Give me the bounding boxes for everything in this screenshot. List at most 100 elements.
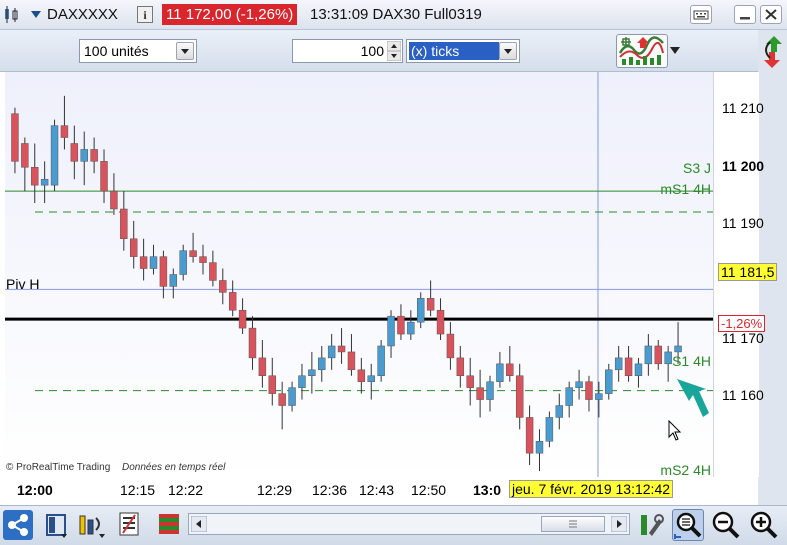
candle-down — [199, 256, 207, 263]
candle-up — [149, 256, 158, 269]
scroll-thumb-grip-icon — [569, 520, 577, 528]
menu-arrow-icon[interactable] — [670, 47, 680, 55]
candle-up — [367, 375, 375, 382]
candle-down — [426, 298, 435, 311]
candle-up — [674, 345, 682, 353]
indicator-chart-icon — [618, 36, 664, 65]
candle-up — [575, 381, 583, 388]
price-chart[interactable] — [5, 72, 713, 477]
share-button[interactable] — [3, 510, 33, 540]
drag-handle-icon[interactable] — [4, 6, 20, 24]
change-label: -1,26% — [718, 315, 766, 332]
drawing-tools-icon[interactable] — [77, 512, 107, 540]
candle-down — [515, 375, 524, 418]
list-icon[interactable] — [118, 511, 142, 539]
time-tick: 12:43 — [359, 482, 395, 498]
window-layout-icon[interactable] — [44, 512, 70, 540]
scroll-left-icon[interactable] — [191, 516, 207, 532]
candle-up — [298, 375, 306, 388]
candle-up — [417, 298, 425, 323]
candle-up — [555, 405, 564, 418]
chart-toolbar: 100 unités 100 (x) ticks — [0, 30, 787, 72]
candle-down — [11, 113, 19, 162]
bottom-toolbar — [0, 505, 787, 545]
candle-down — [159, 256, 168, 287]
dropdown-arrow-icon[interactable] — [31, 11, 41, 19]
price-tick: 11 170 — [722, 330, 764, 346]
window-symbol[interactable]: DAXXXXX — [47, 6, 118, 23]
settings-tools-icon[interactable] — [637, 511, 665, 541]
time-axis[interactable]: 12:00 12:15 12:22 12:29 12:36 12:43 12:5… — [5, 477, 713, 505]
price-tick: 11 190 — [722, 215, 764, 231]
chart-area[interactable]: S3 J mS1 4H Piv H S1 4H mS2 4H © ProReal… — [5, 72, 713, 478]
candle-up — [634, 363, 643, 376]
candle-down — [21, 143, 29, 168]
candle-down — [120, 208, 128, 240]
mouse-pointer-icon — [668, 420, 682, 441]
scroll-right-icon[interactable] — [611, 516, 627, 532]
level-label-s1-4h: S1 4H — [672, 353, 711, 369]
undock-icon[interactable] — [762, 34, 784, 70]
spinner-icon[interactable] — [387, 41, 401, 61]
share-icon — [8, 514, 28, 536]
price-tick: 11 210 — [722, 100, 764, 116]
candle-up — [387, 315, 395, 347]
indicator-chart-button[interactable] — [616, 34, 668, 68]
candle-down — [248, 327, 257, 359]
candle-down — [238, 309, 247, 329]
time-instrument: 13:31:09 DAX30 Full0319 — [310, 6, 482, 23]
candle-down — [70, 143, 79, 162]
close-icon[interactable] — [760, 5, 782, 24]
candle-up — [614, 357, 623, 371]
chevron-down-icon[interactable] — [499, 42, 517, 60]
candle-up — [486, 381, 494, 400]
candle-down — [129, 238, 138, 257]
grid-list-icon[interactable] — [156, 511, 182, 539]
level-label-piv-h: Piv H — [6, 276, 40, 292]
candle-up — [308, 369, 316, 377]
candle-down — [209, 262, 217, 281]
chevron-down-icon[interactable] — [176, 42, 194, 60]
time-tick-bold: 12:00 — [17, 482, 53, 498]
candle-down — [60, 125, 69, 138]
info-icon[interactable]: i — [137, 6, 153, 23]
ticks-mode-select[interactable]: (x) ticks — [406, 39, 520, 63]
candle-down — [506, 363, 514, 376]
time-tick: 12:22 — [168, 482, 204, 498]
candle-up — [179, 250, 187, 275]
price-tick: 11 160 — [722, 387, 764, 403]
candle-up — [644, 345, 653, 365]
level-label-ms1-4h: mS1 4H — [660, 181, 711, 197]
candle-up — [595, 393, 603, 400]
candle-down — [268, 375, 276, 394]
ticks-input[interactable]: 100 — [292, 39, 403, 63]
candle-down — [624, 357, 633, 377]
price-axis[interactable]: 11 210 11 200 11 190 11 170 11 160 11 18… — [713, 72, 778, 477]
candle-up — [565, 387, 573, 406]
realtime-note: Données en temps réel — [122, 462, 226, 473]
candle-up — [545, 417, 554, 442]
candle-down — [456, 357, 465, 377]
zoom-fit-button[interactable] — [672, 509, 704, 541]
horizontal-scrollbar[interactable] — [188, 513, 630, 535]
zoom-out-icon[interactable] — [711, 510, 741, 540]
watermark: © ProRealTime Trading — [6, 462, 111, 473]
candle-down — [466, 375, 474, 388]
minimize-icon[interactable] — [734, 5, 756, 24]
price-tick-bold: 11 200 — [722, 158, 765, 174]
scroll-thumb[interactable] — [541, 516, 605, 532]
candle-down — [110, 190, 118, 210]
ticks-input-value: 100 — [360, 43, 384, 59]
candle-down — [139, 256, 148, 269]
candle-down — [228, 292, 237, 311]
candle-down — [219, 280, 227, 293]
zoom-in-icon[interactable] — [749, 510, 779, 540]
candle-up — [169, 274, 178, 287]
zoom-fit-icon — [674, 512, 702, 539]
candle-down — [436, 309, 445, 335]
keyboard-icon[interactable] — [690, 5, 712, 24]
candle-down — [476, 387, 484, 400]
candle-down — [585, 381, 593, 400]
candle-down — [31, 167, 39, 186]
units-select[interactable]: 100 unités — [79, 39, 197, 63]
